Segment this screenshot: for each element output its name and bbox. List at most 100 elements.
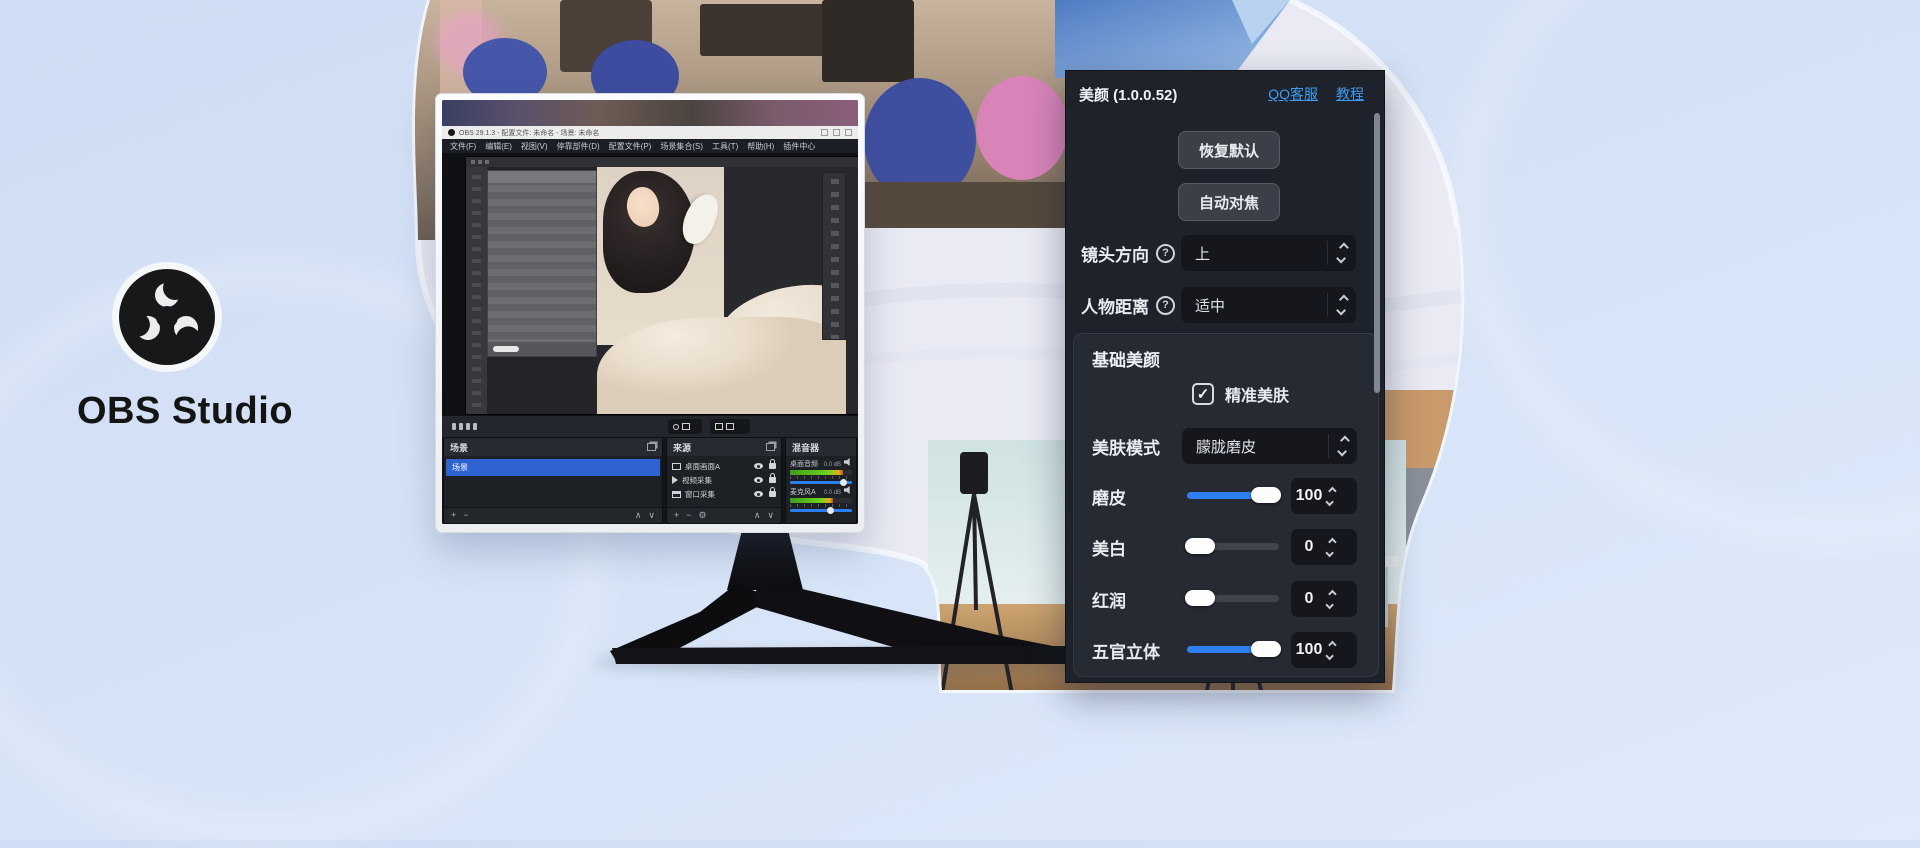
volume-slider[interactable] (790, 509, 852, 512)
mixer-dock: 混音器 桌面音频 0.0 dB 麦克风A 0.0 dB (785, 437, 857, 524)
minimize-icon[interactable] (821, 129, 828, 136)
value-spinner[interactable] (1328, 488, 1334, 505)
qq-support-link[interactable]: QQ客服 (1268, 84, 1318, 104)
scene-up-button[interactable]: ∧ (635, 511, 642, 520)
smooth-skin-slider[interactable] (1187, 492, 1279, 499)
visibility-icon[interactable] (754, 463, 763, 469)
whitening-value[interactable]: 0 (1291, 529, 1357, 565)
remove-source-button[interactable]: − (686, 511, 691, 520)
whitening-slider[interactable] (1187, 543, 1279, 550)
monitor-screen: OBS 29.1.3 - 配置文件: 未命名 - 场景: 未命名 文件(F) 编… (442, 100, 858, 524)
rosy-row: 红润 0 (1074, 581, 1378, 617)
beauty-panel-title: 美颜 (1.0.0.52) (1079, 84, 1177, 105)
sources-dock-header: 来源 (667, 438, 781, 456)
whitening-row: 美白 0 (1074, 529, 1378, 565)
menu-tools[interactable]: 工具(T) (712, 141, 738, 152)
slider-handle[interactable] (1251, 487, 1281, 503)
skin-mode-select[interactable]: 朦胧磨皮 (1182, 428, 1357, 464)
auto-focus-button[interactable]: 自动对焦 (1178, 183, 1280, 221)
menu-docks[interactable]: 停靠部件(D) (557, 141, 600, 152)
display-capture-icon (672, 463, 681, 470)
menu-file[interactable]: 文件(F) (450, 141, 476, 152)
close-icon[interactable] (845, 129, 852, 136)
slider-handle[interactable] (1251, 641, 1281, 657)
source-row-display[interactable]: 桌面画面A (667, 459, 781, 473)
chevron-up-icon (1338, 295, 1348, 305)
obs-window-title: OBS 29.1.3 - 配置文件: 未命名 - 场景: 未命名 (459, 128, 599, 138)
volume-handle[interactable] (840, 479, 847, 486)
person-distance-select[interactable]: 适中 (1181, 287, 1356, 323)
slider-handle[interactable] (1185, 538, 1215, 554)
window-controls[interactable] (821, 129, 852, 136)
menu-view[interactable]: 视图(V) (521, 141, 548, 152)
meter-ticks (790, 504, 852, 507)
previewed-screenshot (466, 157, 858, 414)
maximize-icon[interactable] (833, 129, 840, 136)
dock-popout-icon[interactable] (647, 443, 656, 451)
person-distance-row: 人物距离 ? 适中 (1066, 287, 1384, 323)
lock-icon[interactable] (769, 463, 776, 469)
value-spinner[interactable] (1328, 539, 1334, 556)
help-icon[interactable]: ? (1156, 244, 1175, 263)
chevron-up-icon (1328, 486, 1336, 494)
tutorial-link[interactable]: 教程 (1336, 84, 1364, 104)
precise-skin-label: 精准美肤 (1225, 382, 1289, 406)
window-icon (715, 423, 723, 430)
restore-default-button[interactable]: 恢复默认 (1178, 131, 1280, 169)
source-properties-button[interactable]: ⚙ (699, 511, 707, 520)
menu-scene-collection[interactable]: 场景集合(S) (660, 141, 703, 152)
select-spinner[interactable] (1327, 241, 1356, 265)
menu-edit[interactable]: 编辑(E) (485, 141, 512, 152)
camera-direction-row: 镜头方向 ? 上 (1066, 235, 1384, 271)
value-spinner[interactable] (1328, 642, 1334, 659)
visibility-icon[interactable] (754, 491, 763, 497)
slider-handle[interactable] (1185, 590, 1215, 606)
visibility-icon[interactable] (754, 477, 763, 483)
menu-help[interactable]: 帮助(H) (747, 141, 774, 152)
preview-toggle-button-2[interactable] (710, 419, 750, 434)
menu-profile[interactable]: 配置文件(P) (609, 141, 652, 152)
menu-plugin-center[interactable]: 插件中心 (783, 141, 815, 152)
chevron-up-icon (1328, 537, 1336, 545)
add-source-button[interactable]: + (674, 511, 679, 520)
smooth-skin-row: 磨皮 100 (1074, 478, 1378, 514)
source-down-button[interactable]: ∨ (767, 511, 774, 520)
lock-icon[interactable] (769, 477, 776, 483)
obs-preview-area (442, 153, 858, 416)
speaker-icon[interactable] (844, 486, 852, 494)
face-3d-value[interactable]: 100 (1291, 632, 1357, 668)
list-panel-footer (488, 342, 596, 356)
obs-docks: 场景 场景 + − ∧ ∨ 来源 (442, 437, 858, 524)
volume-slider[interactable] (790, 481, 852, 484)
precise-skin-checkbox[interactable]: ✓ (1192, 383, 1214, 405)
help-icon[interactable]: ? (1156, 296, 1175, 315)
sources-dock-title: 来源 (673, 441, 691, 454)
scene-row-selected[interactable]: 场景 (446, 459, 660, 476)
select-spinner[interactable] (1327, 293, 1356, 317)
face-3d-slider[interactable] (1187, 646, 1279, 653)
preview-controls-bar (442, 416, 858, 437)
screenshot-titlebar (466, 157, 858, 167)
add-scene-button[interactable]: + (451, 511, 456, 520)
preview-toggle-button-1[interactable] (668, 419, 702, 434)
panel-scrollbar[interactable] (1374, 113, 1380, 393)
camera-direction-select[interactable]: 上 (1181, 235, 1356, 271)
dock-popout-icon[interactable] (766, 443, 775, 451)
panel-icon (726, 423, 734, 430)
smooth-skin-value[interactable]: 100 (1291, 478, 1357, 514)
scene-down-button[interactable]: ∨ (648, 511, 655, 520)
source-row-window[interactable]: 窗口采集 (667, 487, 781, 501)
source-row-video[interactable]: 视频采集 (667, 473, 781, 487)
lock-icon[interactable] (769, 491, 776, 497)
select-spinner[interactable] (1328, 434, 1357, 458)
rosy-value[interactable]: 0 (1291, 581, 1357, 617)
scenes-dock-title: 场景 (450, 441, 468, 454)
rosy-slider[interactable] (1187, 595, 1279, 602)
source-up-button[interactable]: ∧ (754, 511, 761, 520)
value-spinner[interactable] (1328, 591, 1334, 608)
audio-meter (790, 498, 852, 503)
speaker-icon[interactable] (844, 458, 852, 466)
remove-scene-button[interactable]: − (463, 511, 468, 520)
scenes-toolbar: + − ∧ ∨ (444, 507, 662, 523)
volume-handle[interactable] (827, 507, 834, 514)
